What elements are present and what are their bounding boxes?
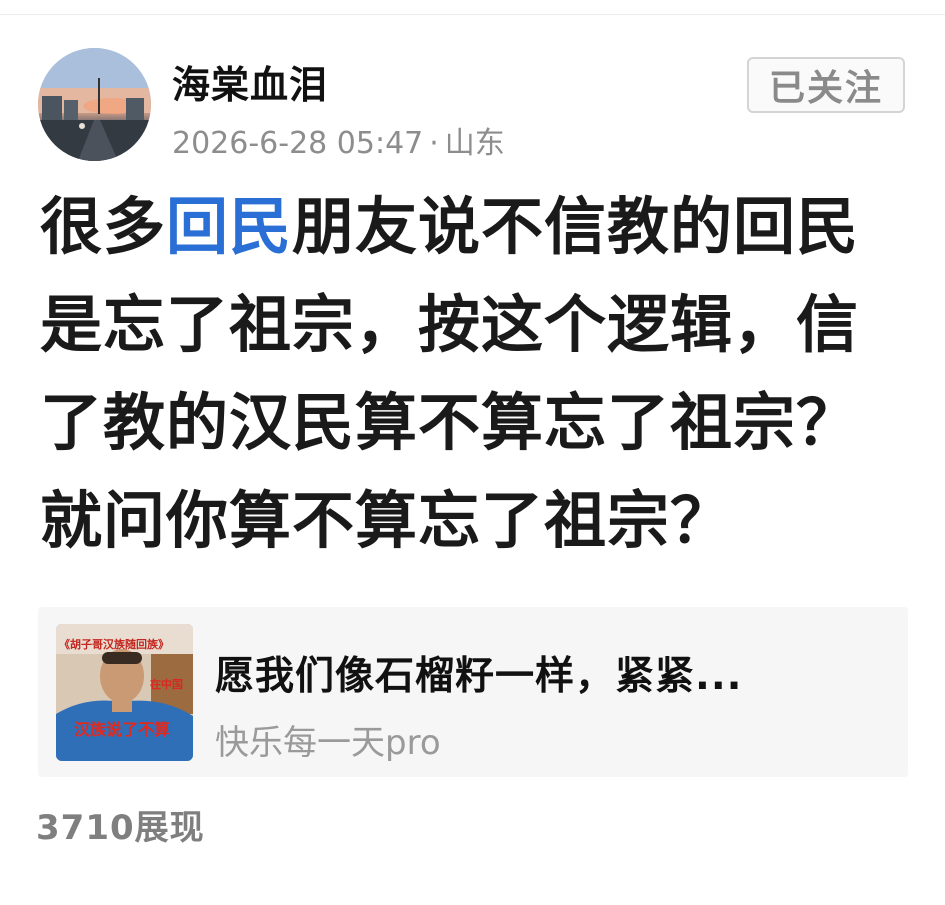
thumbnail-caption-bottom: 汉族说了不算 (74, 720, 171, 739)
shared-video-author[interactable]: 快乐每一天pro (215, 715, 441, 764)
impressions-count: 3710展现 (36, 808, 205, 848)
post-meta: 2026-6-28 05:47 · 山东 (172, 118, 505, 162)
post-timestamp: 2026-6-28 05:47 (172, 126, 424, 161)
thumbnail-caption-top: 《胡子哥汉族随回族》 (59, 638, 169, 651)
following-button[interactable]: 已关注 (747, 57, 905, 113)
top-divider (0, 14, 945, 15)
post-body: 很多回民朋友说不信教的回民 是忘了祖宗，按这个逻辑，信 了教的汉民算不算忘了祖宗… (40, 178, 910, 570)
post-body-line: 很多回民朋友说不信教的回民 (40, 178, 910, 276)
post-text: 朋友说不信教的回民 (292, 190, 860, 263)
thumbnail-caption-side: 在中国 (150, 678, 183, 691)
post-body-line: 是忘了祖宗，按这个逻辑，信 (40, 288, 860, 361)
meta-separator: · (429, 126, 439, 161)
shared-video-card[interactable]: 《胡子哥汉族随回族》 在中国 汉族说了不算 愿我们像石榴籽一样，紧紧... 快乐… (38, 607, 908, 777)
avatar[interactable] (38, 48, 151, 161)
post-text: 很多 (40, 190, 167, 263)
post-body-line: 就问你算不算忘了祖宗？ (40, 484, 734, 557)
shared-video-thumbnail[interactable]: 《胡子哥汉族随回族》 在中国 汉族说了不算 (56, 624, 193, 761)
username[interactable]: 海棠血泪 (172, 54, 328, 109)
post-location: 山东 (444, 126, 505, 161)
shared-video-title[interactable]: 愿我们像石榴籽一样，紧紧... (215, 645, 742, 701)
avatar-street-scene-icon (38, 48, 151, 161)
post-body-line: 了教的汉民算不算忘了祖宗？ (40, 386, 860, 459)
topic-tag-link[interactable]: 回民 (166, 190, 292, 263)
